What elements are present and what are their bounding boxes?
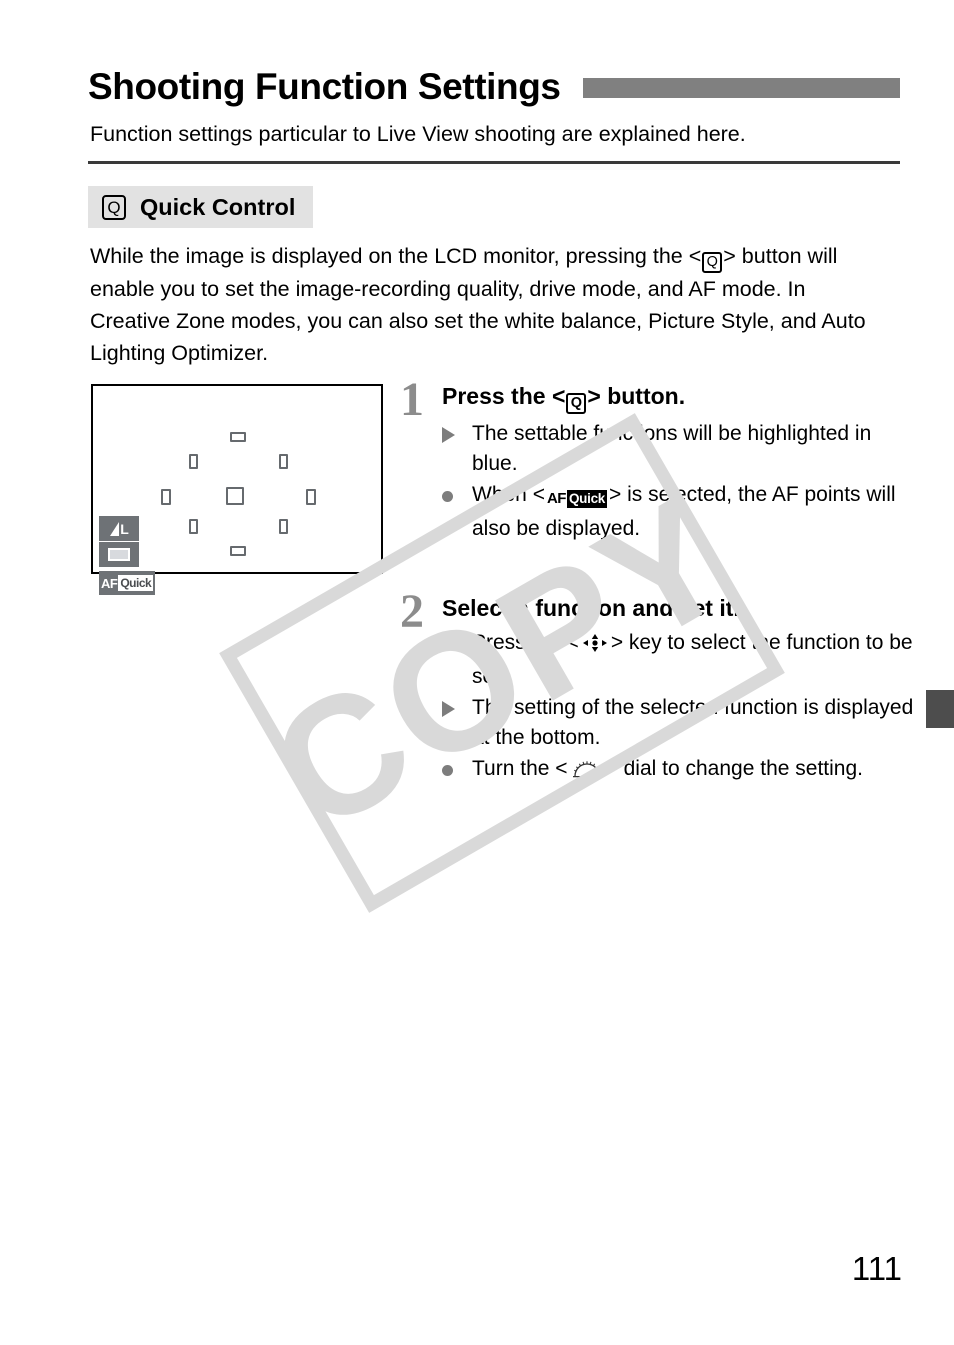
af-point-center [226, 487, 244, 505]
q-button-icon: Q [102, 194, 126, 220]
step-2-number: 2 [400, 585, 424, 638]
fine-quality-triangle-icon [110, 521, 120, 536]
drive-mode-icon [99, 542, 139, 567]
manual-page: Shooting Function Settings Function sett… [0, 0, 954, 1345]
single-shooting-glyph [108, 548, 130, 561]
section-title: Quick Control [140, 193, 296, 220]
af-point-bottom [230, 546, 246, 556]
lcd-settings-icons: L AF Quick [99, 516, 155, 595]
af-quick-prefix: AF [546, 489, 567, 507]
intro-text-part1: While the image is displayed on the LCD … [90, 244, 702, 268]
step-1-bullets: The settable functions will be highlight… [442, 419, 920, 544]
step-1-bullet-2-text: When < AF Quick > is selected, the AF point… [472, 480, 920, 544]
af-mode-value: Quick [118, 575, 154, 591]
result-triangle-icon [442, 693, 472, 726]
af-point-top [230, 432, 246, 442]
step-2-heading: Select a function and set it. [442, 595, 740, 621]
af-point-bottom-left [189, 519, 198, 534]
step-1-bullet-1: The settable functions will be highlight… [442, 419, 920, 479]
step-2-bullet-2: The setting of the selected function is … [442, 693, 920, 753]
step-2-bullet-1-part1: Press the < [472, 630, 579, 654]
result-triangle-icon [442, 419, 472, 452]
bullet-dot-icon [442, 628, 472, 659]
af-point-left [161, 489, 171, 505]
bullet-dot-icon [442, 480, 472, 511]
step-1-heading-part2: > button. [587, 383, 686, 409]
q-button-icon-step1: Q [566, 392, 587, 414]
step-2-bullets: Press the < > key to select the function … [442, 628, 920, 788]
header-divider [88, 161, 900, 164]
page-header: Shooting Function Settings [88, 62, 900, 110]
af-quick-label: Quick [566, 489, 607, 508]
q-button-icon-inline: Q [702, 251, 723, 273]
main-dial-icon [571, 758, 603, 788]
page-title: Shooting Function Settings [88, 65, 561, 107]
bullet-dot-icon [442, 754, 472, 785]
step-1-heading: Press the < Q > button. [442, 382, 920, 414]
step-2-bullet-3-text: Turn the < > dial to change the setting. [472, 754, 920, 788]
step-1-bullet-2-part1: When < [472, 482, 545, 506]
step-1-heading-part1: Press the < [442, 383, 566, 409]
intro-paragraph: While the image is displayed on the LCD … [90, 240, 880, 369]
af-quick-icon: AF Quick [547, 484, 607, 514]
live-view-lcd-illustration: L AF Quick [91, 384, 383, 595]
step-2-bullet-3-part2: > dial to change the setting. [605, 756, 863, 780]
image-quality-label: L [120, 520, 129, 537]
step-1-bullet-2: When < AF Quick > is selected, the AF point… [442, 480, 920, 544]
step-1: 1 Press the < Q > button. The settable fun… [400, 376, 920, 544]
af-mode-prefix: AF [101, 575, 118, 591]
header-accent-bar [582, 78, 900, 98]
image-quality-glyph: L [110, 520, 129, 537]
step-2-bullet-3: Turn the < > dial to change the setting. [442, 754, 920, 788]
af-mode-icon-highlighted: AF Quick [99, 571, 155, 595]
section-header-quick-control: Q Quick Control [88, 186, 314, 228]
af-point-top-right [279, 454, 288, 469]
step-2-bullet-2-text: The setting of the selected function is … [472, 695, 914, 749]
step-1-number: 1 [400, 373, 424, 426]
page-subtitle: Function settings particular to Live Vie… [90, 122, 746, 146]
step-2: 2 Select a function and set it. Press th… [400, 588, 920, 788]
step-2-bullet-1: Press the < > key to select the function … [442, 628, 920, 692]
af-point-top-left [189, 454, 198, 469]
af-point-bottom-right [279, 519, 288, 534]
step-2-bullet-3-part1: Turn the < [472, 756, 568, 780]
af-point-right [306, 489, 316, 505]
multi-controller-icon [582, 632, 608, 662]
image-quality-icon: L [99, 516, 139, 541]
page-number: 111 [851, 1250, 902, 1287]
chapter-edge-tab [926, 690, 954, 728]
step-2-bullet-1-text: Press the < > key to select the function … [472, 628, 920, 692]
step-1-bullet-1-text: The settable functions will be highlight… [472, 421, 872, 475]
